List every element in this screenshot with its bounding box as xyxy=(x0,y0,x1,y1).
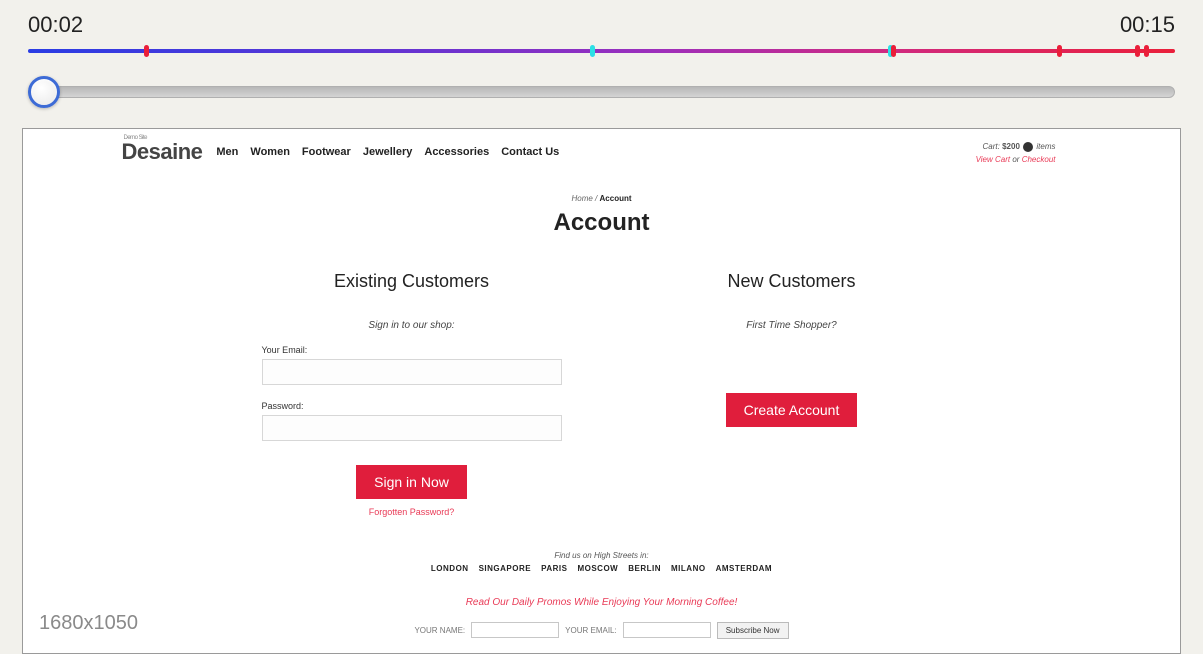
cart-summary: Cart: $200 items View Cart or Checkout xyxy=(976,141,1056,167)
your-name-label: YOUR NAME: xyxy=(414,626,465,635)
timeline-marker-cyan[interactable] xyxy=(590,45,595,57)
recording-viewport: Demo Site Desaine Men Women Footwear Jewell… xyxy=(22,128,1181,654)
your-email-label: YOUR EMAIL: xyxy=(565,626,617,635)
email-label: Your Email: xyxy=(262,345,562,355)
cart-badge-icon xyxy=(1023,142,1033,152)
city-singapore[interactable]: SINGAPORE xyxy=(479,564,532,573)
existing-subtitle: Sign in to our shop: xyxy=(262,320,562,331)
page-content: Demo Site Desaine Men Women Footwear Jewell… xyxy=(122,129,1082,639)
timeline-marker-red[interactable] xyxy=(1135,45,1140,57)
city-moscow[interactable]: MOSCOW xyxy=(577,564,618,573)
subscribe-button[interactable]: Subscribe Now xyxy=(717,622,789,639)
existing-customers-panel: Existing Customers Sign in to our shop: … xyxy=(262,271,562,517)
new-heading: New Customers xyxy=(642,271,942,292)
city-berlin[interactable]: BERLIN xyxy=(628,564,661,573)
cart-items-suffix: items xyxy=(1036,142,1055,151)
breadcrumb-current: Account xyxy=(600,194,632,203)
nav-item-accessories[interactable]: Accessories xyxy=(424,146,489,158)
site-footer: Find us on High Streets in: LONDON SINGAP… xyxy=(122,551,1082,639)
password-field[interactable] xyxy=(262,415,562,441)
find-us-text: Find us on High Streets in: xyxy=(122,551,1082,560)
promo-text: Read Our Daily Promos While Enjoying You… xyxy=(122,597,1082,608)
event-timeline[interactable] xyxy=(28,44,1175,58)
time-current: 00:02 xyxy=(28,12,83,38)
subscribe-row: YOUR NAME: YOUR EMAIL: Subscribe Now xyxy=(122,622,1082,639)
forgot-password-link[interactable]: Forgotten Password? xyxy=(262,507,562,517)
site-logo[interactable]: Demo Site Desaine xyxy=(122,143,203,162)
main-nav: Men Women Footwear Jewellery Accessories Cont… xyxy=(216,146,559,158)
nav-item-jewellery[interactable]: Jewellery xyxy=(363,146,413,158)
scrubber-handle[interactable] xyxy=(28,76,60,108)
timeline-marker-red[interactable] xyxy=(891,45,896,57)
site-header: Demo Site Desaine Men Women Footwear Jewell… xyxy=(122,143,1082,162)
account-columns: Existing Customers Sign in to our shop: … xyxy=(122,271,1082,517)
new-customers-panel: New Customers First Time Shopper? Create… xyxy=(642,271,942,517)
nav-item-men[interactable]: Men xyxy=(216,146,238,158)
existing-heading: Existing Customers xyxy=(262,271,562,292)
sign-in-button[interactable]: Sign in Now xyxy=(356,465,467,499)
timeline-marker-red[interactable] xyxy=(1057,45,1062,57)
logo-tagline: Demo Site xyxy=(124,136,148,141)
scrubber-track[interactable] xyxy=(28,86,1175,98)
nav-item-footwear[interactable]: Footwear xyxy=(302,146,351,158)
breadcrumb: Home / Account xyxy=(122,194,1082,203)
timeline-marker-red[interactable] xyxy=(1144,45,1149,57)
cart-prefix: Cart: xyxy=(983,142,1000,151)
email-field[interactable] xyxy=(262,359,562,385)
view-cart-link[interactable]: View Cart xyxy=(976,155,1011,164)
page-title: Account xyxy=(122,209,1082,237)
player-header: 00:02 00:15 xyxy=(0,0,1203,116)
subscribe-name-field[interactable] xyxy=(471,622,559,638)
password-label: Password: xyxy=(262,401,562,411)
breadcrumb-home[interactable]: Home xyxy=(571,194,592,203)
viewport-dimensions-label: 1680x1050 xyxy=(39,612,138,635)
logo-text: Desaine xyxy=(122,139,203,164)
city-list: LONDON SINGAPORE PARIS MOSCOW BERLIN MILANO AM… xyxy=(122,564,1082,573)
cart-amount: $200 xyxy=(1002,142,1020,151)
timeline-gradient xyxy=(28,49,1175,53)
cart-or: or xyxy=(1012,155,1019,164)
subscribe-email-field[interactable] xyxy=(623,622,711,638)
scrubber[interactable] xyxy=(28,72,1175,116)
create-account-button[interactable]: Create Account xyxy=(726,393,858,427)
city-milano[interactable]: MILANO xyxy=(671,564,706,573)
time-row: 00:02 00:15 xyxy=(28,12,1175,38)
city-amsterdam[interactable]: AMSTERDAM xyxy=(716,564,773,573)
timeline-marker-red[interactable] xyxy=(144,45,149,57)
checkout-link[interactable]: Checkout xyxy=(1022,155,1056,164)
city-london[interactable]: LONDON xyxy=(431,564,469,573)
city-paris[interactable]: PARIS xyxy=(541,564,567,573)
breadcrumb-sep: / xyxy=(595,194,597,203)
nav-item-contact-us[interactable]: Contact Us xyxy=(501,146,559,158)
nav-item-women[interactable]: Women xyxy=(250,146,290,158)
new-subtitle: First Time Shopper? xyxy=(642,320,942,331)
time-total: 00:15 xyxy=(1120,12,1175,38)
